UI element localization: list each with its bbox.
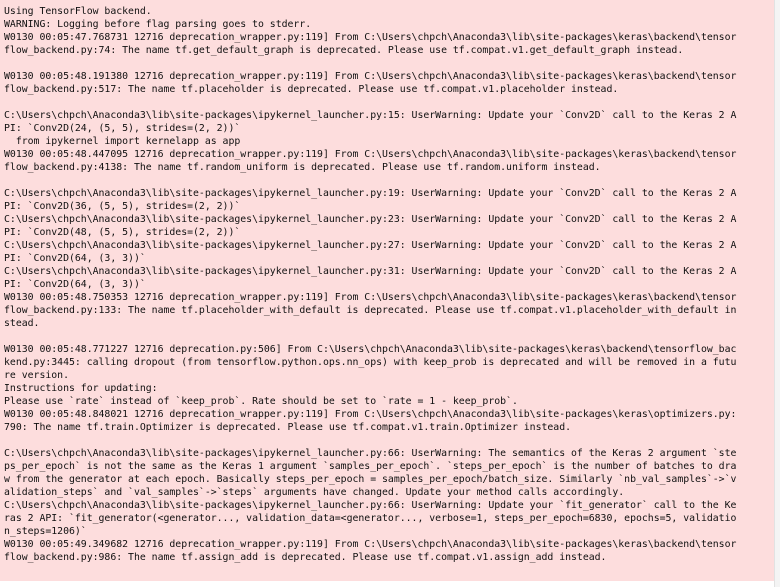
output-line: W0130 00:05:48.750353 12716 deprecation_… [4,292,737,303]
output-line: flow_backend.py:986: The name tf.assign_… [4,552,607,563]
output-line: stead. [4,318,40,329]
output-line: PI: `Conv2D(48, (5, 5), strides=(2, 2))` [4,227,241,238]
output-line: re version. [4,370,69,381]
stderr-output-area: Using TensorFlow backend. WARNING: Loggi… [0,0,774,581]
output-line: Instructions for updating: [4,383,158,394]
output-line: ps_per_epoch` is not the same as the Ker… [4,461,737,472]
output-line: PI: `Conv2D(24, (5, 5), strides=(2, 2))` [4,123,241,134]
output-line: flow_backend.py:74: The name tf.get_defa… [4,45,684,56]
output-line: W0130 00:05:48.771227 12716 deprecation.… [4,344,737,355]
output-line: C:\Users\chpch\Anaconda3\lib\site-packag… [4,500,737,511]
output-bottom-margin [0,581,774,587]
output-line: C:\Users\chpch\Anaconda3\lib\site-packag… [4,110,737,121]
output-line: C:\Users\chpch\Anaconda3\lib\site-packag… [4,188,737,199]
output-line: W0130 00:05:48.191380 12716 deprecation_… [4,71,737,82]
output-line: PI: `Conv2D(36, (5, 5), strides=(2, 2))` [4,201,241,212]
output-line: C:\Users\chpch\Anaconda3\lib\site-packag… [4,214,737,225]
output-line: WARNING: Logging before flag parsing goe… [4,19,312,30]
output-line: 790: The name tf.train.Optimizer is depr… [4,422,572,433]
output-line: flow_backend.py:133: The name tf.placeho… [4,305,737,316]
output-line: Please use `rate` instead of `keep_prob`… [4,396,518,407]
output-scroll-edge[interactable] [774,0,780,587]
output-line: C:\Users\chpch\Anaconda3\lib\site-packag… [4,266,737,277]
output-line: PI: `Conv2D(64, (3, 3))` [4,253,146,264]
output-line: PI: `Conv2D(64, (3, 3))` [4,279,146,290]
output-line: ras 2 API: `fit_generator(<generator...,… [4,513,737,524]
output-line: kend.py:3445: calling dropout (from tens… [4,357,737,368]
output-line: w from the generator at each epoch. Basi… [4,474,737,485]
output-line: n_steps=1206)` [4,526,87,537]
output-line: W0130 00:05:47.768731 12716 deprecation_… [4,32,737,43]
output-line: flow_backend.py:4138: The name tf.random… [4,162,601,173]
output-line: C:\Users\chpch\Anaconda3\lib\site-packag… [4,448,737,459]
output-line: W0130 00:05:48.848021 12716 deprecation_… [4,409,737,420]
output-line: flow_backend.py:517: The name tf.placeho… [4,84,619,95]
output-line: W0130 00:05:49.349682 12716 deprecation_… [4,539,737,550]
output-line: W0130 00:05:48.447095 12716 deprecation_… [4,149,737,160]
output-line: alidation_steps` and `val_samples`->`ste… [4,487,625,498]
output-line: from ipykernel import kernelapp as app [4,136,241,147]
notebook-output-frame: Using TensorFlow backend. WARNING: Loggi… [0,0,780,587]
output-line: C:\Users\chpch\Anaconda3\lib\site-packag… [4,240,737,251]
output-line: Using TensorFlow backend. [4,6,152,17]
